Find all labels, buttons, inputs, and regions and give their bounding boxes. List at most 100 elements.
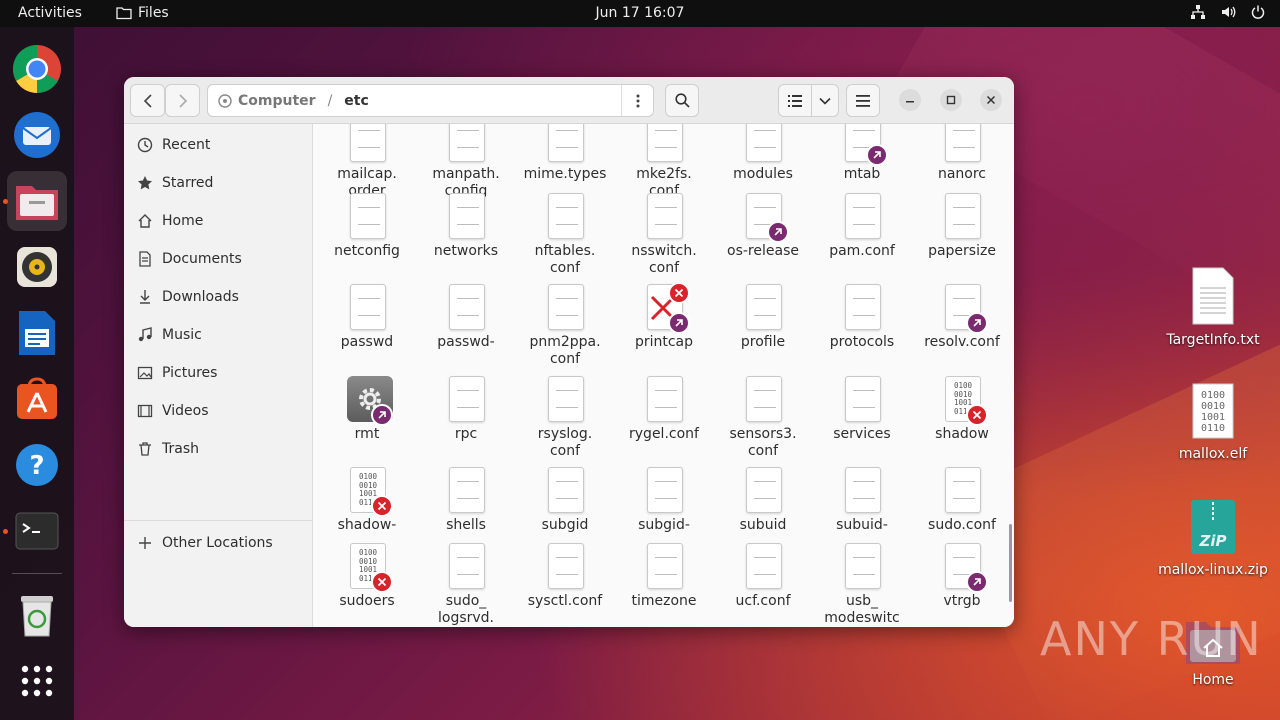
file-item[interactable]: mailcap. order [317, 124, 417, 200]
file-item[interactable]: 0100 0010 1001 0110 shadow [912, 376, 1012, 443]
file-item[interactable]: rmt [317, 376, 417, 443]
symlink-file-icon [942, 284, 988, 334]
file-item[interactable]: rygel.conf [614, 376, 714, 443]
chrome-icon [12, 44, 61, 93]
sidebar-item-home[interactable]: Home [124, 204, 313, 238]
file-item[interactable]: networks [416, 193, 516, 260]
file-item[interactable]: sensors3. conf [713, 376, 813, 460]
file-item[interactable]: os-release [713, 193, 813, 260]
breadcrumb-current[interactable]: etc [344, 93, 369, 109]
breadcrumb-computer[interactable]: Computer [218, 93, 316, 109]
file-name: sysctl.conf [527, 593, 603, 609]
dock-app-grid[interactable] [7, 651, 67, 711]
text-file-icon [743, 376, 783, 424]
file-item[interactable]: timezone [614, 543, 714, 610]
dock-thunderbird[interactable] [7, 105, 67, 165]
view-toggle-button[interactable] [778, 84, 812, 117]
dock-rhythmbox[interactable] [7, 237, 67, 297]
text-file-icon [743, 543, 783, 591]
sidebar-item-documents[interactable]: Documents [124, 242, 313, 276]
files-icon [16, 186, 58, 220]
file-item[interactable]: printcap [614, 282, 714, 351]
maximize-button[interactable] [940, 89, 962, 111]
file-name: mtab [843, 166, 881, 182]
back-button[interactable] [130, 84, 165, 117]
path-menu-button[interactable] [621, 85, 653, 116]
file-item[interactable]: rsyslog. conf [515, 376, 615, 460]
sidebar-item-pictures[interactable]: Pictures [124, 356, 313, 390]
file-item[interactable]: mime.types [515, 124, 615, 183]
app-grid-icon [21, 665, 53, 697]
file-item[interactable]: pam.conf [812, 193, 912, 260]
file-item[interactable]: pnm2ppa. conf [515, 284, 615, 368]
dock-terminal[interactable] [7, 501, 67, 561]
sidebar-item-trash[interactable]: Trash [124, 432, 313, 466]
file-item[interactable]: nsswitch. conf [614, 193, 714, 277]
dock-trash[interactable] [7, 585, 67, 645]
desktop-icon-targetinfo[interactable]: TargetInfo.txt [1158, 266, 1268, 348]
view-options-button[interactable] [811, 84, 839, 117]
file-item[interactable]: nanorc [912, 124, 1012, 183]
file-item[interactable]: subgid [515, 467, 615, 534]
file-item[interactable]: sudo.conf [912, 467, 1012, 534]
file-item[interactable]: mtab [812, 124, 912, 183]
desktop-icon-mallox-elf[interactable]: 0100 0010 1001 0110 mallox.elf [1158, 382, 1268, 462]
symlink-badge-icon [966, 312, 988, 334]
clock[interactable]: Jun 17 16:07 [0, 5, 1280, 21]
file-item[interactable]: services [812, 376, 912, 443]
sidebar-item-label: Recent [162, 137, 211, 153]
dock-writer[interactable] [7, 303, 67, 363]
dock: ? [0, 27, 74, 720]
file-item[interactable]: 0100 0010 1001 0110 shadow- [317, 467, 417, 534]
main-menu-button[interactable] [846, 84, 880, 117]
file-item[interactable]: sudo_ logsrvd. [416, 543, 516, 627]
sidebar-item-downloads[interactable]: Downloads [124, 280, 313, 314]
symlink-badge-icon [371, 404, 393, 426]
file-item[interactable]: subuid [713, 467, 813, 534]
scrollbar[interactable] [1009, 524, 1012, 602]
system-tray[interactable] [1190, 4, 1266, 20]
file-item[interactable]: resolv.conf [912, 284, 1012, 351]
file-name: rsyslog. conf [537, 426, 593, 459]
file-item[interactable]: subuid- [812, 467, 912, 534]
search-button[interactable] [665, 84, 699, 117]
binary-file-icon: 0100 0010 1001 0110 [347, 543, 393, 593]
breadcrumb-separator: / [327, 92, 333, 109]
forward-button[interactable] [165, 84, 200, 117]
breadcrumb-computer-label: Computer [238, 92, 316, 109]
file-item[interactable]: passwd- [416, 284, 516, 351]
writer-icon [19, 311, 55, 355]
file-item[interactable]: sysctl.conf [515, 543, 615, 610]
file-item[interactable]: nftables. conf [515, 193, 615, 277]
file-item[interactable]: 0100 0010 1001 0110 sudoers [317, 543, 417, 610]
sidebar-item-starred[interactable]: Starred [124, 166, 313, 200]
file-item[interactable]: rpc [416, 376, 516, 443]
desktop-icon-mallox-zip[interactable]: ZiP mallox-linux.zip [1158, 498, 1268, 578]
dock-files[interactable] [7, 171, 67, 231]
file-item[interactable]: ucf.conf [713, 543, 813, 610]
file-item[interactable]: protocols [812, 284, 912, 351]
close-button[interactable] [980, 89, 1002, 111]
text-file-icon [545, 467, 585, 515]
file-item[interactable]: mke2fs. conf [614, 124, 714, 200]
file-item[interactable]: profile [713, 284, 813, 351]
file-item[interactable]: netconfig [317, 193, 417, 260]
file-item[interactable]: papersize [912, 193, 1012, 260]
sidebar-item-recent[interactable]: Recent [124, 128, 313, 162]
sidebar-item-videos[interactable]: Videos [124, 394, 313, 428]
dock-help[interactable]: ? [7, 435, 67, 495]
sidebar-item-music[interactable]: Music [124, 318, 313, 352]
dock-app-center[interactable] [7, 369, 67, 429]
file-item[interactable]: subgid- [614, 467, 714, 534]
file-item[interactable]: modules [713, 124, 813, 183]
file-item[interactable]: usb_ modeswitc [812, 543, 912, 627]
minimize-button[interactable] [899, 89, 921, 111]
file-item[interactable]: shells [416, 467, 516, 534]
path-bar[interactable]: Computer / etc [207, 84, 654, 117]
file-item[interactable]: vtrgb [912, 543, 1012, 610]
sidebar-item-other-locations[interactable]: Other Locations [124, 526, 313, 560]
file-item[interactable]: passwd [317, 284, 417, 351]
file-item[interactable]: manpath. config [416, 124, 516, 200]
file-grid: mailcap. order manpath. config mime.types m… [314, 124, 1014, 627]
dock-chrome[interactable] [7, 39, 67, 99]
